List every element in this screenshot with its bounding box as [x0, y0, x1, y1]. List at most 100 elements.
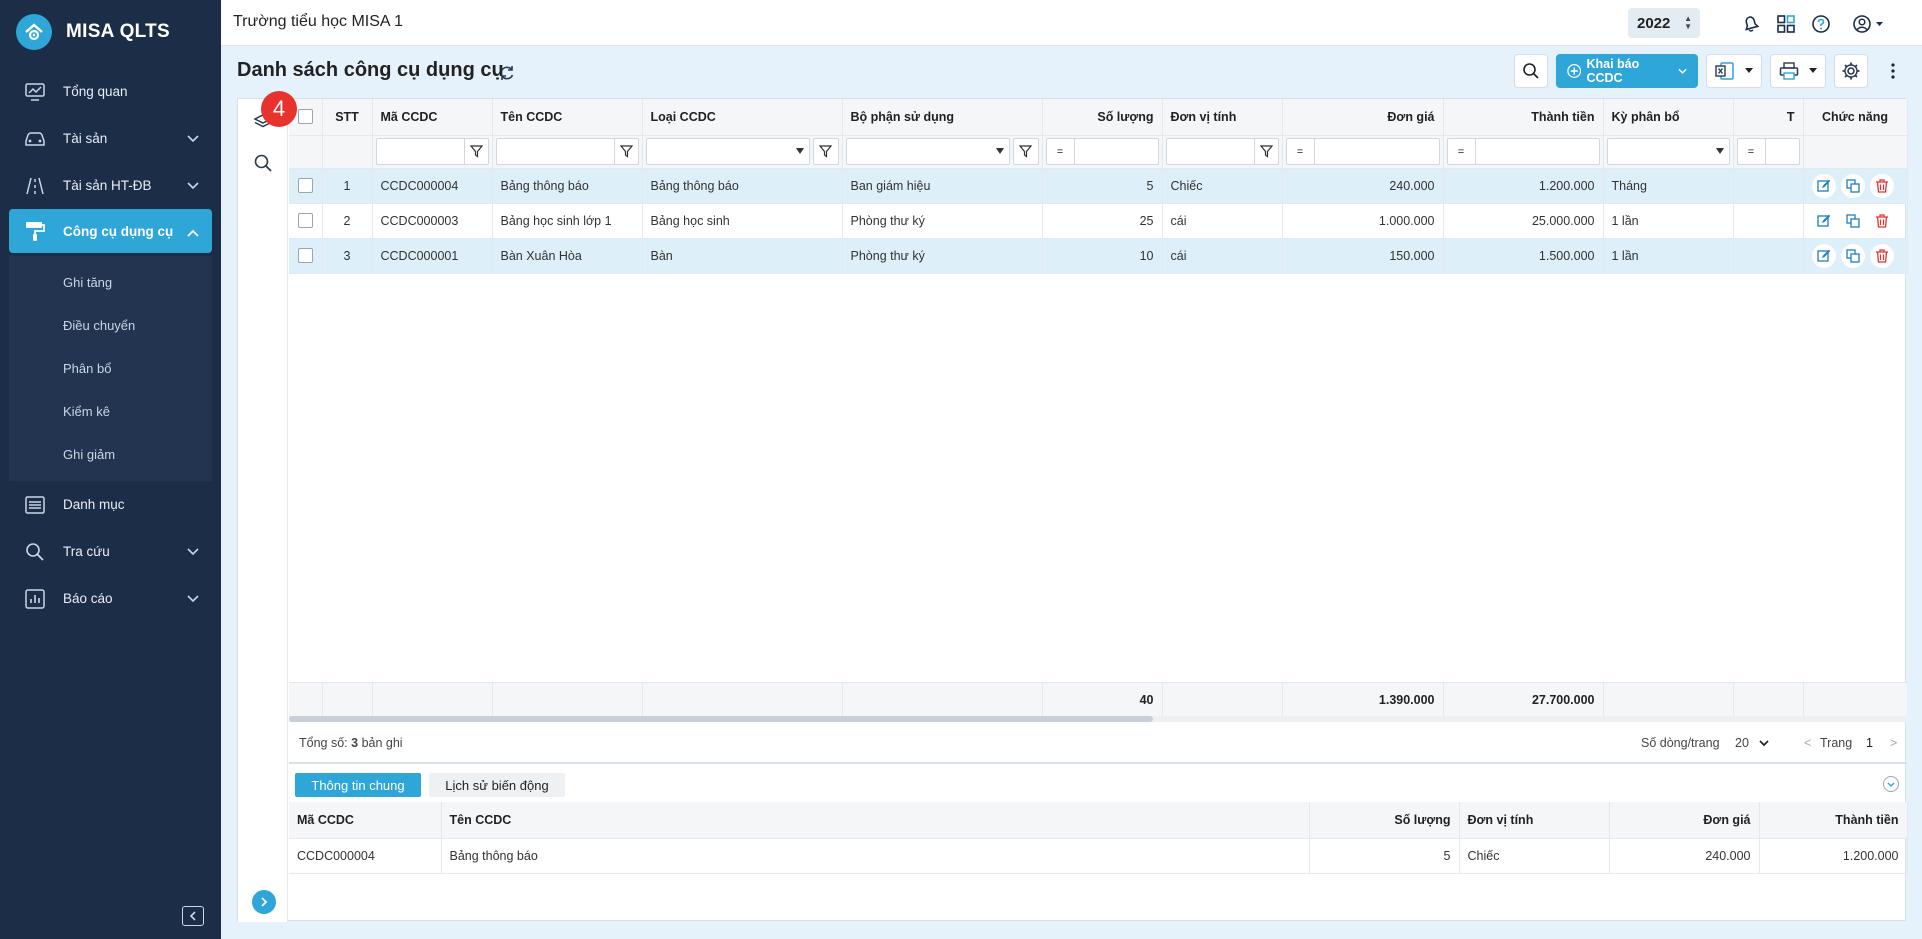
table-row[interactable]: 1 CCDC000004 Bảng thông báo Bảng thông b…	[289, 168, 1908, 204]
add-ccdc-button[interactable]: Khai báo CCDC	[1556, 54, 1698, 88]
operator-equals[interactable]: =	[1287, 139, 1315, 164]
cell-ky-phan-bo: 1 lần	[1603, 203, 1734, 239]
prev-page-button[interactable]: <	[1804, 736, 1811, 750]
select-all-checkbox[interactable]	[297, 109, 313, 125]
filter-ten-ccdc	[492, 135, 643, 169]
copy-icon[interactable]	[1840, 243, 1865, 268]
apps-grid-icon[interactable]	[1774, 12, 1798, 36]
col-header-ma-ccdc[interactable]: Mã CCDC	[372, 99, 493, 136]
filter-loai-button[interactable]	[812, 138, 839, 165]
expand-panel-button[interactable]	[252, 890, 276, 914]
sidebar-item-tong-quan[interactable]: Tổng quan	[0, 68, 221, 115]
user-account-icon[interactable]	[1851, 12, 1887, 36]
rows-per-page-select[interactable]: 20	[1735, 734, 1775, 752]
col-header-bo-phan[interactable]: Bộ phận sử dụng	[842, 99, 1043, 136]
sidebar-item-bao-cao[interactable]: Báo cáo	[0, 575, 221, 622]
page-number[interactable]: 1	[1866, 736, 1873, 750]
col-header-don-vi-tinh[interactable]: Đơn vị tính	[1162, 99, 1283, 136]
sidebar-item-tra-cuu[interactable]: Tra cứu	[0, 528, 221, 575]
sidebar-subitem-ghi-tang[interactable]: Ghi tăng	[9, 261, 212, 304]
sidebar-item-danh-muc[interactable]: Danh mục	[0, 481, 221, 528]
operator-equals[interactable]: =	[1448, 139, 1476, 164]
left-toolstrip	[238, 99, 288, 922]
sidebar-subitem-kiem-ke[interactable]: Kiểm kê	[9, 390, 212, 433]
filter-thanhtien-input[interactable]: =	[1446, 138, 1600, 165]
operator-equals[interactable]: =	[1047, 139, 1075, 164]
filter-ma-input[interactable]	[375, 138, 489, 165]
filter-ten-input[interactable]	[495, 138, 639, 165]
filter-icon[interactable]	[463, 139, 488, 164]
page-header: Danh sách công cụ dụng cụ Khai báo CCDC	[221, 46, 1922, 98]
col-header-stt[interactable]: STT	[322, 99, 373, 136]
chevron-right-icon	[261, 897, 268, 907]
filter-ky-phan-bo	[1603, 135, 1734, 169]
cell-loai-ccdc: Bảng học sinh	[642, 203, 843, 239]
chevron-down-icon	[187, 591, 199, 606]
row-checkbox[interactable]	[297, 213, 313, 229]
copy-icon[interactable]	[1840, 173, 1865, 198]
excel-export-button[interactable]	[1706, 54, 1762, 88]
col-header-ten-ccdc[interactable]: Tên CCDC	[492, 99, 643, 136]
collapse-detail-icon[interactable]	[1883, 776, 1899, 792]
detail-row[interactable]: CCDC000004 Bảng thông báo 5 Chiếc 240.00…	[289, 838, 1908, 874]
cell-ky-phan-bo: Tháng	[1603, 168, 1734, 204]
collapse-sidebar-button[interactable]	[182, 906, 204, 926]
print-button[interactable]	[1770, 54, 1826, 88]
copy-icon[interactable]	[1840, 208, 1865, 233]
sidebar-subitem-dieu-chuyen[interactable]: Điều chuyển	[9, 304, 212, 347]
cell-don-vi-tinh: cái	[1162, 238, 1283, 274]
chevron-up-icon	[187, 225, 199, 240]
tab-thong-tin-chung[interactable]: Thông tin chung	[295, 773, 421, 797]
app-logo[interactable]: MISA QLTS	[16, 12, 170, 52]
notification-bell-icon[interactable]	[1739, 12, 1763, 36]
delete-icon[interactable]	[1869, 173, 1894, 198]
filter-dongia-input[interactable]: =	[1285, 138, 1440, 165]
sidebar-subitem-ghi-giam[interactable]: Ghi giảm	[9, 433, 212, 476]
operator-equals[interactable]: =	[1738, 139, 1766, 164]
filter-icon[interactable]	[1253, 139, 1278, 164]
col-header-thanh-tien[interactable]: Thành tiền	[1443, 99, 1604, 136]
filter-ma-ccdc	[372, 135, 493, 169]
delete-icon[interactable]	[1869, 208, 1894, 233]
edit-icon[interactable]	[1811, 243, 1836, 268]
top-bar: Trường tiểu học MISA 1 2022 ▲ ▼	[221, 0, 1922, 46]
horizontal-scrollbar[interactable]	[289, 716, 1907, 722]
filter-cell-empty	[1803, 135, 1908, 169]
filter-bophan-select[interactable]	[845, 138, 1010, 165]
filter-t-input[interactable]: =	[1736, 138, 1800, 165]
filter-loai-select[interactable]	[645, 138, 810, 165]
more-options-button[interactable]	[1876, 54, 1910, 88]
sidebar-subitem-phan-bo[interactable]: Phân bổ	[9, 347, 212, 390]
filter-icon[interactable]	[613, 139, 638, 164]
col-header-so-luong[interactable]: Số lượng	[1042, 99, 1163, 136]
edit-icon[interactable]	[1811, 208, 1836, 233]
table-row[interactable]: 3 CCDC000001 Bàn Xuân Hòa Bàn Phòng thư …	[289, 238, 1908, 274]
row-select-cell	[289, 238, 323, 274]
refresh-icon[interactable]	[497, 63, 517, 83]
search-button[interactable]	[1514, 54, 1548, 88]
sidebar-item-cong-cu-dung-cu[interactable]: Công cụ dụng cụ	[9, 209, 212, 253]
col-header-t[interactable]: T	[1733, 99, 1804, 136]
col-header-don-gia[interactable]: Đơn giá	[1282, 99, 1444, 136]
row-checkbox[interactable]	[297, 178, 313, 194]
scrollbar-thumb[interactable]	[289, 716, 1153, 722]
tab-lich-su-bien-dong[interactable]: Lịch sử biến động	[429, 773, 565, 797]
col-header-loai-ccdc[interactable]: Loại CCDC	[642, 99, 843, 136]
edit-icon[interactable]	[1811, 173, 1836, 198]
sidebar-item-tai-san[interactable]: Tài sản	[0, 115, 221, 162]
year-selector[interactable]: 2022 ▲ ▼	[1628, 8, 1700, 38]
table-row[interactable]: 2 CCDC000003 Bảng học sinh lớp 1 Bảng họ…	[289, 203, 1908, 239]
row-checkbox[interactable]	[297, 248, 313, 264]
sidebar-item-tai-san-ht-db[interactable]: Tài sản HT-ĐB	[0, 162, 221, 209]
help-icon[interactable]	[1809, 12, 1833, 36]
filter-soluong-input[interactable]: =	[1045, 138, 1159, 165]
delete-icon[interactable]	[1869, 243, 1894, 268]
search-icon[interactable]	[253, 153, 273, 176]
filter-ky-select[interactable]	[1606, 138, 1730, 165]
settings-button[interactable]	[1834, 54, 1868, 88]
filter-bophan-button[interactable]	[1012, 138, 1039, 165]
sidebar-item-label: Công cụ dụng cụ	[63, 223, 174, 239]
next-page-button[interactable]: >	[1890, 736, 1897, 750]
col-header-ky-phan-bo[interactable]: Kỳ phân bổ	[1603, 99, 1734, 136]
filter-dvt-input[interactable]	[1165, 138, 1279, 165]
